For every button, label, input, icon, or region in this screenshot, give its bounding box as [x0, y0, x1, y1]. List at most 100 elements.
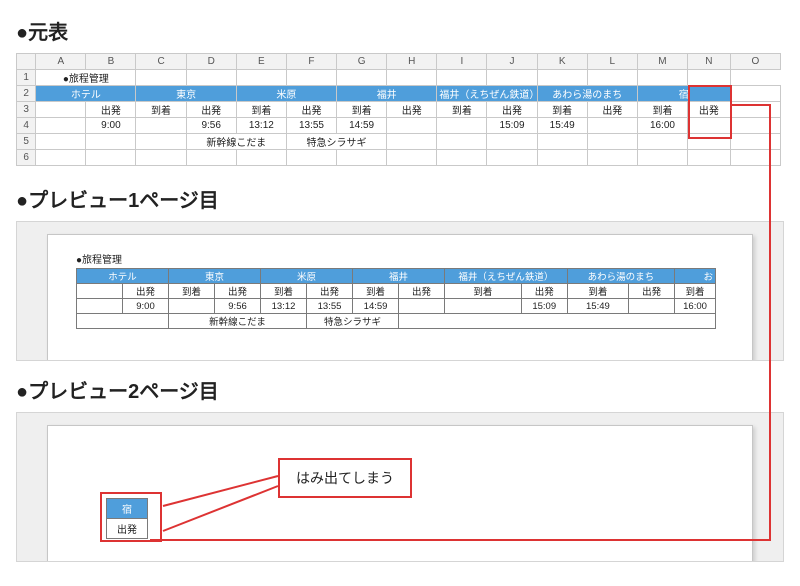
col-H[interactable]: H — [387, 54, 437, 70]
pv1-mh-echizen: 福井（えちぜん鉄道） — [445, 269, 568, 284]
cell-A1[interactable]: ●旅程管理 — [36, 70, 136, 86]
col-A[interactable]: A — [36, 54, 86, 70]
col-E[interactable]: E — [236, 54, 286, 70]
col-J[interactable]: J — [487, 54, 537, 70]
c-G4[interactable]: 14:59 — [337, 118, 387, 134]
col-K[interactable]: K — [537, 54, 587, 70]
row-hdr-2[interactable]: 2 — [17, 86, 36, 102]
pv1-t12: 16:00 — [675, 299, 716, 314]
pv1-l11: 出発 — [629, 284, 675, 299]
col-G[interactable]: G — [337, 54, 387, 70]
c-N3[interactable]: 出発 — [688, 102, 731, 118]
c-C3[interactable]: 到着 — [136, 102, 186, 118]
row-hdr-6[interactable]: 6 — [17, 150, 36, 166]
col-B[interactable]: B — [86, 54, 136, 70]
section-2-heading: ●プレビュー1ページ目 — [16, 184, 784, 213]
pv1-mh-tokyo: 東京 — [169, 269, 261, 284]
pv1-l9: 出発 — [521, 284, 567, 299]
preview1-page: ●旅程管理 ホテル 東京 米原 福井 福井（えちぜん鉄道） あわら湯のまち お — [47, 234, 753, 361]
pv1-l12: 到着 — [675, 284, 716, 299]
c-E3[interactable]: 到着 — [236, 102, 286, 118]
c-F4[interactable]: 13:55 — [286, 118, 336, 134]
c-H3[interactable]: 出発 — [387, 102, 437, 118]
row-hdr-3[interactable]: 3 — [17, 102, 36, 118]
pv1-l8: 到着 — [445, 284, 522, 299]
pv1-l4: 到着 — [261, 284, 307, 299]
pv1-t10: 15:49 — [567, 299, 628, 314]
pv1-l10: 到着 — [567, 284, 628, 299]
pv1-l7: 出発 — [399, 284, 445, 299]
mh-yado[interactable]: 宿 — [637, 86, 730, 102]
c-note1[interactable]: 新幹線こだま — [186, 134, 286, 150]
row-hdr-5[interactable]: 5 — [17, 134, 36, 150]
c-B4[interactable]: 9:00 — [86, 118, 136, 134]
col-C[interactable]: C — [136, 54, 186, 70]
pv1-t5: 13:55 — [307, 299, 353, 314]
section-1-heading: ●元表 — [16, 16, 784, 45]
c-D3[interactable]: 出発 — [186, 102, 236, 118]
col-D[interactable]: D — [186, 54, 236, 70]
row-6: 6 — [17, 150, 781, 166]
col-F[interactable]: F — [286, 54, 336, 70]
excel-table: A B C D E F G H I J K L M N O 1 ●旅程管理 2 … — [16, 53, 781, 166]
pv1-mh-fukui: 福井 — [353, 269, 445, 284]
pv1-t9: 15:09 — [521, 299, 567, 314]
row-4: 4 9:00 9:56 13:12 13:55 14:59 15:09 15:4… — [17, 118, 781, 134]
mh-echizen[interactable]: 福井（えちぜん鉄道） — [437, 86, 537, 102]
c-K3[interactable]: 到着 — [537, 102, 587, 118]
pv1-mh-awara: あわら湯のまち — [567, 269, 674, 284]
preview2-container: 宿 出発 はみ出てしまう — [16, 412, 784, 562]
mh-awara[interactable]: あわら湯のまち — [537, 86, 637, 102]
pv1-note1: 新幹線こだま — [169, 314, 307, 329]
preview1-container: ●旅程管理 ホテル 東京 米原 福井 福井（えちぜん鉄道） あわら湯のまち お — [16, 221, 784, 361]
mh-hotel[interactable]: ホテル — [36, 86, 136, 102]
pv1-table: ホテル 東京 米原 福井 福井（えちぜん鉄道） あわら湯のまち お 出発 到着 … — [76, 268, 716, 329]
c-K4[interactable]: 15:49 — [537, 118, 587, 134]
row-hdr-1[interactable]: 1 — [17, 70, 36, 86]
c-note2[interactable]: 特急シラサギ — [286, 134, 386, 150]
mh-fukui[interactable]: 福井 — [337, 86, 437, 102]
pv1-title: ●旅程管理 — [76, 251, 724, 266]
row-hdr-4[interactable]: 4 — [17, 118, 36, 134]
col-O[interactable]: O — [730, 54, 780, 70]
row-2: 2 ホテル 東京 米原 福井 福井（えちぜん鉄道） あわら湯のまち 宿 — [17, 86, 781, 102]
pv1-l1: 出発 — [123, 284, 169, 299]
section-3-heading: ●プレビュー2ページ目 — [16, 375, 784, 404]
c-D4[interactable]: 9:56 — [186, 118, 236, 134]
c-J4[interactable]: 15:09 — [487, 118, 537, 134]
corner-cell[interactable] — [17, 54, 36, 70]
pv1-l2: 到着 — [169, 284, 215, 299]
c-M3[interactable]: 到着 — [637, 102, 687, 118]
pv1-mh-maibara: 米原 — [261, 269, 353, 284]
col-N[interactable]: N — [688, 54, 731, 70]
c-G3[interactable]: 到着 — [337, 102, 387, 118]
col-L[interactable]: L — [587, 54, 637, 70]
excel-wrap: A B C D E F G H I J K L M N O 1 ●旅程管理 2 … — [16, 53, 784, 166]
pv1-l3: 出発 — [215, 284, 261, 299]
col-I[interactable]: I — [437, 54, 487, 70]
col-header-row: A B C D E F G H I J K L M N O — [17, 54, 781, 70]
pv1-mh-yado: お — [675, 269, 716, 284]
row-5: 5 新幹線こだま 特急シラサギ — [17, 134, 781, 150]
c-J3[interactable]: 出発 — [487, 102, 537, 118]
c-B3[interactable]: 出発 — [86, 102, 136, 118]
red-highlight-fragment — [100, 492, 162, 542]
col-M[interactable]: M — [637, 54, 687, 70]
pv1-t6: 14:59 — [353, 299, 399, 314]
callout-overflow: はみ出てしまう — [278, 458, 412, 498]
pv1-mh-hotel: ホテル — [77, 269, 169, 284]
c-L3[interactable]: 出発 — [587, 102, 637, 118]
c-E4[interactable]: 13:12 — [236, 118, 286, 134]
row-3: 3 出発 到着 出発 到着 出発 到着 出発 到着 出発 到着 出発 到着 出発 — [17, 102, 781, 118]
mh-maibara[interactable]: 米原 — [236, 86, 336, 102]
c-I3[interactable]: 到着 — [437, 102, 487, 118]
pv1-l5: 出発 — [307, 284, 353, 299]
pv1-t1: 9:00 — [123, 299, 169, 314]
row-1: 1 ●旅程管理 — [17, 70, 781, 86]
pv1-note2: 特急シラサギ — [307, 314, 399, 329]
c-M4[interactable]: 16:00 — [637, 118, 687, 134]
pv1-t3: 9:56 — [215, 299, 261, 314]
c-F3[interactable]: 出発 — [286, 102, 336, 118]
mh-tokyo[interactable]: 東京 — [136, 86, 236, 102]
pv1-t4: 13:12 — [261, 299, 307, 314]
